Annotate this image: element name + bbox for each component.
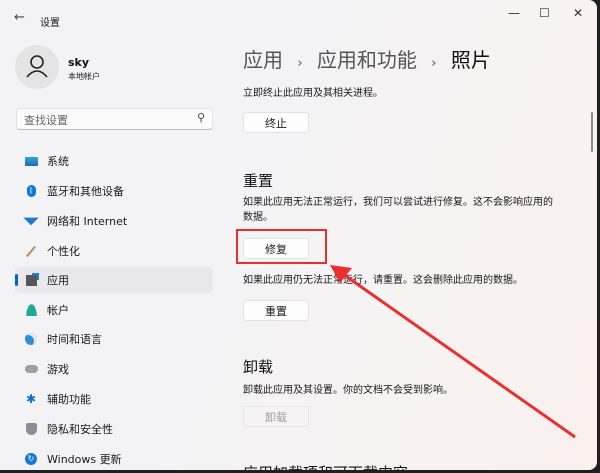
settings-window: ← 设置 — ☐ ✕ sky 本地帐户 查找设置 ⚲ 系统ᛒ蓝牙和其他设备◥◤网… [0, 0, 597, 470]
annotation-arrow-icon [0, 0, 597, 470]
